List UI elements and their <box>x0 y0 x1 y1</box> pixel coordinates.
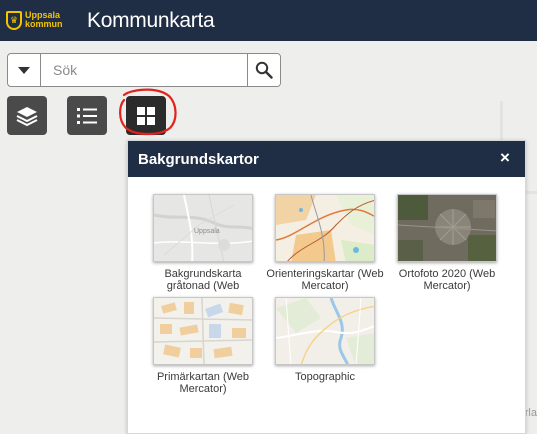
orienteering-map-thumbnail <box>276 195 374 261</box>
close-button[interactable]: × <box>495 148 515 168</box>
search-icon <box>255 61 273 79</box>
list-icon <box>77 107 97 124</box>
app-title: Kommunkarta <box>87 9 215 32</box>
basemap-tile-orthophoto[interactable]: Ortofoto 2020 (Web Mercator) <box>387 194 507 292</box>
layers-icon <box>16 106 38 126</box>
logo-text: Uppsala kommun <box>25 11 63 29</box>
basemap-panel: Bakgrundskartor × Uppsala Bakgrundskarta… <box>127 140 526 434</box>
primary-map-thumbnail <box>154 298 252 364</box>
search-input[interactable] <box>41 54 247 86</box>
basemap-tile-orienteering[interactable]: Orienteringskartar (Web Mercator) <box>265 194 385 292</box>
grayscale-map-thumbnail: Uppsala <box>154 195 252 261</box>
logo-line-2: kommun <box>25 19 63 29</box>
thumbnail-city-label: Uppsala <box>194 228 220 235</box>
basemap-thumbnail <box>275 194 375 262</box>
caret-down-icon <box>18 66 30 74</box>
basemap-tile-primarkartan[interactable]: Primärkartan (Web Mercator) <box>143 297 263 395</box>
basemap-label: Orienteringskartar (Web Mercator) <box>266 268 384 292</box>
uppsala-kommun-logo[interactable]: ♛ Uppsala kommun <box>6 9 74 31</box>
panel-header: Bakgrundskartor <box>128 141 525 177</box>
legend-button[interactable] <box>67 96 107 135</box>
layers-button[interactable] <box>7 96 47 135</box>
basemap-label: Primärkartan (Web Mercator) <box>156 371 250 395</box>
basemap-label: Bakgrundskarta gråtonad (Web <box>164 268 242 292</box>
shield-icon: ♛ <box>6 10 22 30</box>
basemap-label: Topographic <box>295 371 355 383</box>
basemap-thumbnail <box>275 297 375 365</box>
basemap-gallery: Uppsala Bakgrundskarta gråtonad (Web Ori… <box>128 177 525 434</box>
basemap-tile-topographic[interactable]: Topographic <box>265 297 385 395</box>
map-label: rla <box>524 407 537 419</box>
search-source-dropdown[interactable] <box>8 54 41 86</box>
search-bar <box>7 53 281 87</box>
close-icon: × <box>500 148 510 167</box>
app-header: ♛ Uppsala kommun Kommunkarta <box>0 0 537 41</box>
orthophoto-thumbnail <box>398 195 496 261</box>
panel-title: Bakgrundskartor <box>138 150 259 168</box>
grid-icon <box>137 106 155 125</box>
basemap-thumbnail <box>397 194 497 262</box>
basemap-label: Ortofoto 2020 (Web Mercator) <box>398 268 496 292</box>
basemap-gallery-button[interactable] <box>126 96 166 135</box>
topographic-thumbnail <box>276 298 374 364</box>
search-button[interactable] <box>247 54 280 86</box>
basemap-thumbnail <box>153 297 253 365</box>
basemap-thumbnail: Uppsala <box>153 194 253 262</box>
basemap-tile-grayscale[interactable]: Uppsala Bakgrundskarta gråtonad (Web <box>143 194 263 292</box>
